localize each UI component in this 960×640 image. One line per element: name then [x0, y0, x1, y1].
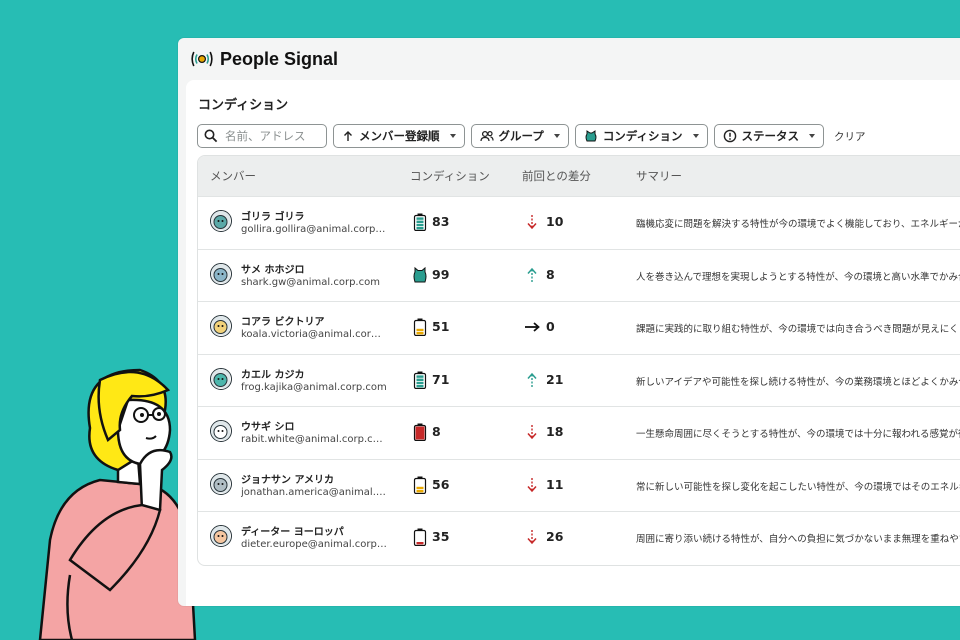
- search-box[interactable]: [197, 124, 327, 148]
- member-email: gollira.gollira@animal.corp.com: [241, 224, 387, 235]
- condition-value: 99: [432, 266, 450, 282]
- member-email: shark.gw@animal.corp.com: [241, 276, 380, 288]
- avatar: [210, 525, 232, 547]
- chevron-down-icon: [692, 134, 699, 138]
- avatar: [210, 367, 232, 390]
- summary-text: 新しいアイデアや可能性を探し続ける特性が、今の業務環境とほどよくかみ合: [636, 376, 960, 388]
- diff-value: 21: [546, 371, 564, 387]
- condition-value: 56: [432, 476, 450, 492]
- avatar: [210, 420, 232, 442]
- summary-text: 課題に実践的に取り組む特性が、今の環境では向き合うべき問題が見えにくく: [636, 324, 960, 335]
- battery-low-icon: [413, 423, 427, 441]
- table-row[interactable]: カエル カジカ frog.kajika@animal.corp.com 71 2…: [198, 353, 960, 407]
- table-row[interactable]: コアラ ビクトリア koala.victoria@animal.corp.c… …: [198, 301, 960, 354]
- diff-value: 26: [546, 529, 564, 544]
- clear-button[interactable]: クリア: [834, 129, 866, 144]
- info-circle-icon: [723, 129, 736, 143]
- member-email: koala.victoria@animal.corp.c…: [241, 329, 387, 340]
- battery-max-icon: [413, 266, 427, 282]
- battery-high-icon: [413, 371, 427, 389]
- avatar: [210, 472, 232, 495]
- group-icon: [479, 130, 494, 142]
- summary-text: 常に新しい可能性を探し変化を起こしたい特性が、今の環境ではそのエネルギ: [636, 481, 960, 493]
- summary-text: 人を巻き込んで理想を実現しようとする特性が、今の環境と高い水準でかみ合: [636, 271, 960, 283]
- trend-down-icon: [527, 215, 537, 230]
- status-dropdown[interactable]: ステータス: [713, 124, 825, 148]
- sort-label: メンバー登録順: [359, 129, 440, 143]
- header-member[interactable]: メンバー: [210, 168, 256, 184]
- diff-value: 11: [546, 476, 564, 492]
- member-name[interactable]: ディーター ヨーロッパ: [241, 523, 344, 538]
- condition-icon: [585, 130, 597, 142]
- condition-value: 8: [432, 424, 441, 439]
- battery-mid-icon: [413, 318, 427, 336]
- condition-value: 35: [432, 529, 450, 544]
- search-icon: [204, 129, 218, 143]
- filter-bar: メンバー登録順 グループ コンディション: [197, 124, 866, 148]
- app-window: People Signal コンディション メンバー登録順: [178, 38, 960, 606]
- app-header: People Signal: [178, 38, 960, 80]
- table-row[interactable]: ディーター ヨーロッパ dieter.europe@animal.corp.c……: [198, 511, 960, 564]
- member-name[interactable]: ゴリラ ゴリラ: [241, 208, 304, 223]
- table-row[interactable]: サメ ホホジロ shark.gw@animal.corp.com 99 8 人を…: [198, 248, 960, 302]
- group-label: グループ: [498, 129, 544, 143]
- member-table: メンバー コンディション 前回との差分 サマリー ゴリラ ゴリラ gollira…: [197, 155, 960, 566]
- signal-logo-icon: [191, 51, 213, 67]
- header-diff[interactable]: 前回との差分: [522, 168, 591, 184]
- battery-high-icon: [413, 213, 427, 231]
- condition-value: 51: [432, 319, 450, 334]
- thinking-person-illustration: [38, 368, 197, 640]
- avatar: [210, 210, 232, 232]
- chevron-down-icon: [809, 134, 816, 138]
- page-title: コンディション: [198, 98, 289, 113]
- condition-dropdown[interactable]: コンディション: [574, 124, 708, 148]
- table-header: メンバー コンディション 前回との差分 サマリー: [198, 156, 960, 196]
- summary-text: 周囲に寄り添い続ける特性が、自分への負担に気づかないまま無理を重ねやす: [636, 534, 960, 545]
- trend-down-icon: [527, 530, 537, 545]
- table-row[interactable]: ウサギ シロ rabit.white@animal.corp.com 8 18 …: [198, 406, 960, 459]
- trend-up-icon: [527, 372, 537, 387]
- condition-value: 71: [432, 371, 450, 387]
- sort-dropdown[interactable]: メンバー登録順: [333, 124, 465, 148]
- chevron-down-icon: [553, 134, 560, 138]
- table-row[interactable]: ジョナサン アメリカ jonathan.america@animal.cor… …: [198, 458, 960, 512]
- trend-flat-icon: [525, 322, 540, 332]
- battery-mid-icon: [413, 476, 427, 494]
- table-row[interactable]: ゴリラ ゴリラ gollira.gollira@animal.corp.com …: [198, 196, 960, 249]
- member-name[interactable]: カエル カジカ: [241, 366, 304, 381]
- diff-value: 18: [546, 424, 564, 439]
- member-email: frog.kajika@animal.corp.com: [241, 381, 387, 393]
- member-email: rabit.white@animal.corp.com: [241, 434, 387, 445]
- diff-value: 8: [546, 266, 555, 282]
- diff-value: 0: [546, 319, 555, 334]
- condition-label: コンディション: [602, 129, 683, 143]
- member-name[interactable]: ウサギ シロ: [241, 418, 294, 433]
- summary-text: 臨機応変に問題を解決する特性が今の環境でよく機能しており、エネルギーが: [636, 219, 960, 230]
- status-label: ステータス: [741, 129, 800, 143]
- header-summary[interactable]: サマリー: [636, 168, 682, 184]
- summary-text: 一生懸命周囲に尽くそうとする特性が、今の環境では十分に報われる感覚が得: [636, 429, 960, 440]
- condition-value: 83: [432, 214, 450, 229]
- member-name[interactable]: ジョナサン アメリカ: [241, 471, 334, 486]
- group-dropdown[interactable]: グループ: [470, 124, 569, 148]
- search-input[interactable]: [223, 128, 315, 144]
- avatar: [210, 262, 232, 285]
- member-name[interactable]: コアラ ビクトリア: [241, 313, 324, 328]
- avatar: [210, 315, 232, 337]
- member-email: jonathan.america@animal.cor…: [241, 486, 387, 498]
- trend-up-icon: [527, 267, 537, 282]
- diff-value: 10: [546, 214, 564, 229]
- member-email: dieter.europe@animal.corp.c…: [241, 539, 387, 550]
- header-condition[interactable]: コンディション: [410, 168, 490, 184]
- table-body: ゴリラ ゴリラ gollira.gollira@animal.corp.com …: [198, 196, 960, 564]
- member-name[interactable]: サメ ホホジロ: [241, 261, 304, 276]
- arrow-up-icon: [344, 131, 352, 141]
- app-title: People Signal: [220, 48, 339, 69]
- battery-lowmid-icon: [413, 528, 427, 546]
- trend-down-icon: [527, 477, 537, 492]
- condition-panel: コンディション メンバー登録順: [186, 80, 960, 606]
- trend-down-icon: [527, 425, 537, 440]
- chevron-down-icon: [449, 134, 456, 138]
